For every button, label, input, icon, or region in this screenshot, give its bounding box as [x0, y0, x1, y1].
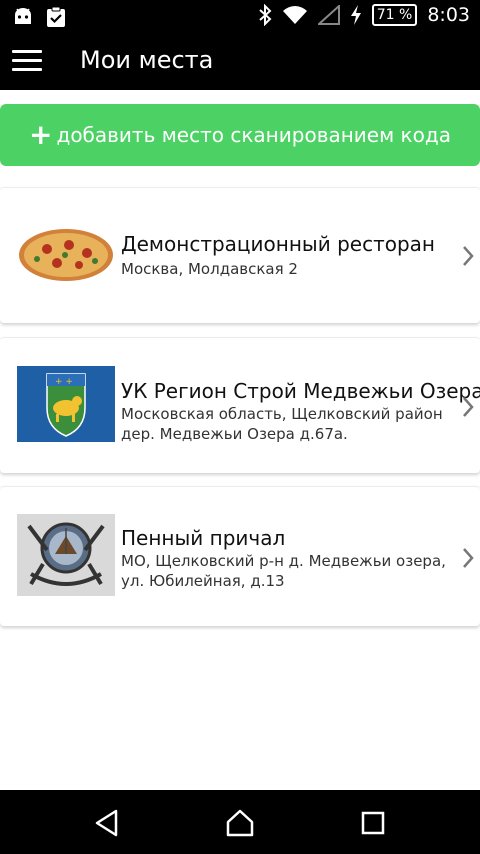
anchor-ship-logo-image	[17, 514, 115, 596]
battery-percent: 71 %	[371, 4, 418, 26]
app-bar: Мои места	[0, 34, 480, 90]
chevron-right-icon	[463, 397, 474, 417]
place-address: Москва, Молдавская 2	[121, 260, 298, 278]
place-address: Московская область, Щелковский район дер…	[121, 405, 443, 443]
bluetooth-icon	[259, 4, 272, 26]
status-time: 8:03	[427, 4, 470, 26]
main-content: + добавить место сканированием кода Демон…	[0, 90, 480, 790]
signal-icon	[317, 5, 340, 25]
place-card[interactable]: Демонстрационный ресторан Москва, Молдав…	[0, 187, 480, 323]
place-card[interactable]: + + УК Регион Строй Медвежьи Озера Моско…	[0, 337, 480, 473]
place-address: МО, Щелковский р-н д. Медвежьи озера, ул…	[121, 552, 446, 590]
plus-icon: +	[29, 118, 53, 151]
clipboard-check-icon	[47, 6, 65, 27]
place-name: Пенный причал	[121, 526, 286, 550]
system-nav-bar	[0, 790, 480, 854]
place-card[interactable]: Пенный причал МО, Щелковский р-н д. Медв…	[0, 486, 480, 626]
hamburger-menu-icon[interactable]	[12, 50, 42, 74]
chevron-right-icon	[463, 548, 474, 568]
add-place-button[interactable]: + добавить место сканированием кода	[0, 104, 480, 166]
android-icon	[15, 8, 31, 24]
charging-icon	[350, 5, 361, 25]
home-icon[interactable]	[225, 808, 255, 838]
page-title: Мои места	[80, 46, 214, 74]
add-place-label: добавить место сканированием кода	[56, 123, 451, 147]
wifi-icon	[282, 6, 307, 24]
chevron-right-icon	[463, 246, 474, 266]
place-name: УК Регион Строй Медвежьи Озера	[121, 379, 480, 403]
place-name: Демонстрационный ресторан	[121, 232, 435, 256]
recents-icon[interactable]	[358, 808, 388, 838]
pizza-image	[17, 217, 115, 293]
status-bar: 71 % 8:03	[0, 0, 480, 34]
svg-text:+ +: + +	[55, 377, 73, 387]
back-icon[interactable]	[92, 808, 122, 838]
coat-of-arms-bear-image: + +	[17, 366, 115, 442]
